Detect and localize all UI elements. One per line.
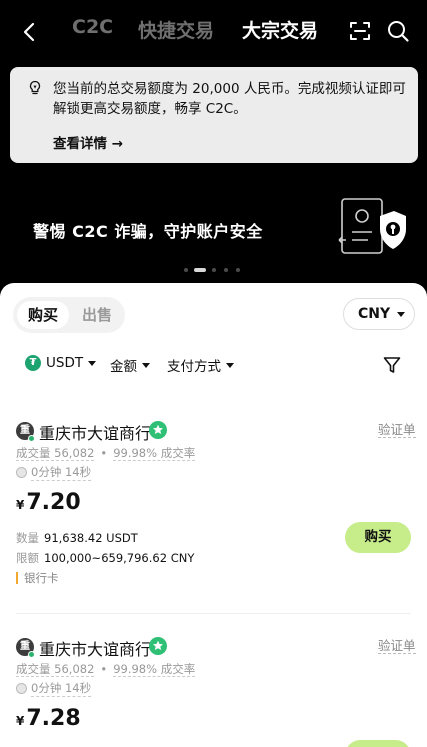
security-shield-illustration	[338, 198, 406, 254]
tab-c2c[interactable]: C2C	[72, 16, 113, 38]
carousel-dot-active[interactable]	[194, 268, 206, 272]
carousel-dot[interactable]	[224, 268, 228, 272]
price-value: 7.28	[26, 706, 81, 731]
view-details-link[interactable]: 查看详情 →	[53, 132, 123, 152]
merchant-stats: 成交量 56,082 • 99.98% 成交率	[16, 446, 196, 461]
online-status-dot	[28, 435, 35, 442]
trade-volume: 成交量 56,082	[16, 446, 95, 461]
tab-quick-trade[interactable]: 快捷交易	[138, 16, 214, 43]
back-arrow-icon[interactable]	[18, 20, 42, 44]
avg-release-time: 0分钟 14秒	[16, 464, 92, 481]
verify-label[interactable]: 验证单	[378, 639, 416, 654]
tab-block-trade[interactable]: 大宗交易	[242, 16, 318, 43]
release-time-value: 0分钟 14秒	[31, 681, 92, 697]
ad-card: 重 重庆市大谊商行 验证单 成交量 56,082 • 99.98% 成交率 0分钟 …	[0, 503, 427, 747]
completion-rate: 99.98% 成交率	[113, 662, 196, 677]
verified-merchant-icon	[149, 637, 167, 655]
ad-card: 重 重庆市大谊商行 验证单 成交量 56,082 • 99.98% 成交率 0分钟 …	[0, 283, 427, 614]
currency-symbol: ¥	[16, 714, 25, 728]
merchant-stats: 成交量 56,082 • 99.98% 成交率	[16, 662, 196, 677]
banner-text[interactable]: 警惕 C2C 诈骗，守护账户安全	[33, 218, 263, 242]
verify-label[interactable]: 验证单	[378, 423, 416, 438]
clock-icon	[16, 467, 27, 478]
clock-icon	[16, 683, 27, 694]
ad-price: ¥7.28	[16, 706, 81, 731]
merchant-name[interactable]: 重庆市大谊商行	[39, 636, 151, 660]
lightbulb-icon	[29, 80, 41, 95]
carousel-dot[interactable]	[212, 268, 216, 272]
top-nav: C2C 快捷交易 大宗交易	[0, 0, 427, 64]
trade-limit-notice: 您当前的总交易额度为 20,000 人民币。完成视频认证即可解锁更高交易额度，畅…	[10, 67, 418, 163]
avg-release-time: 0分钟 14秒	[16, 680, 92, 697]
carousel-dot[interactable]	[236, 268, 240, 272]
carousel-dot[interactable]	[184, 268, 188, 272]
trade-volume: 成交量 56,082	[16, 662, 95, 677]
completion-rate: 99.98% 成交率	[113, 446, 196, 461]
merchant-name[interactable]: 重庆市大谊商行	[39, 420, 151, 444]
notice-text: 您当前的总交易额度为 20,000 人民币。完成视频认证即可解锁更高交易额度，畅…	[53, 81, 406, 117]
scan-icon[interactable]	[348, 19, 372, 43]
buy-button[interactable]: 购买	[345, 740, 411, 747]
search-icon[interactable]	[386, 19, 410, 43]
release-time-value: 0分钟 14秒	[31, 465, 92, 481]
verified-merchant-icon	[149, 421, 167, 439]
online-status-dot	[28, 651, 35, 658]
